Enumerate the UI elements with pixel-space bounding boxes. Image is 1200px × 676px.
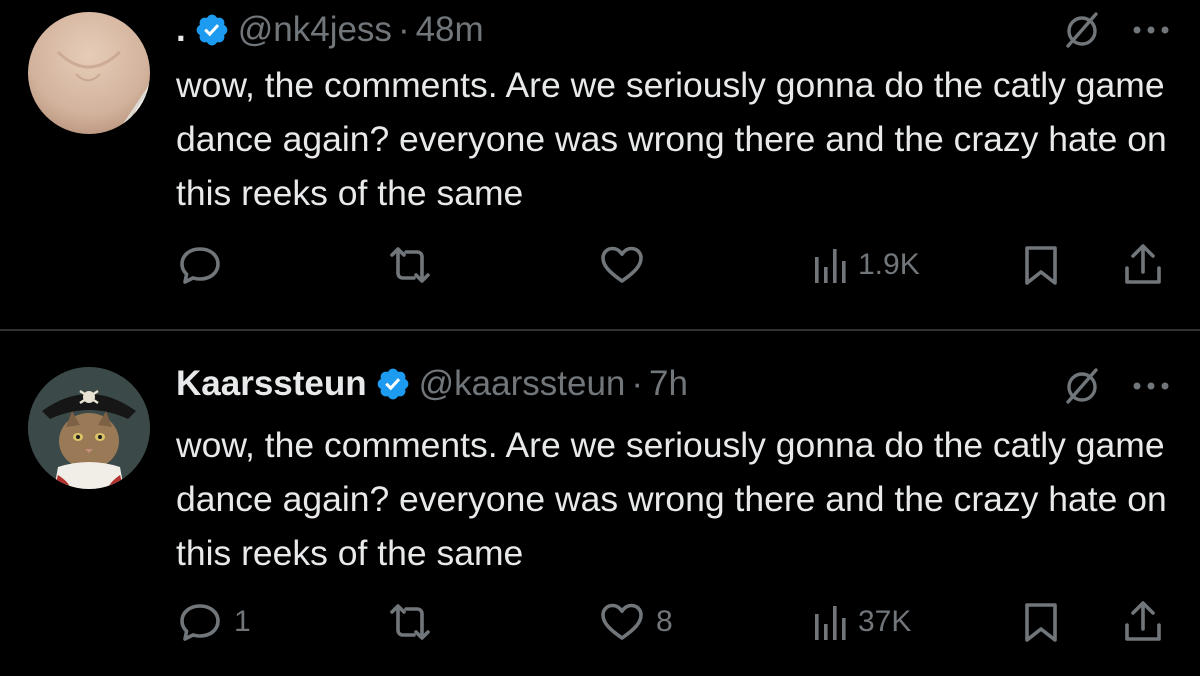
avatar-image	[28, 12, 150, 134]
reply-button[interactable]: 1	[176, 597, 251, 647]
grok-icon[interactable]	[1062, 366, 1102, 406]
view-count: 37K	[858, 605, 912, 638]
separator: ·	[631, 364, 644, 403]
avatar[interactable]	[28, 367, 150, 489]
user-handle[interactable]: @kaarssteun	[419, 364, 626, 404]
user-handle[interactable]: @nk4jess	[238, 10, 392, 50]
like-icon	[601, 246, 643, 283]
retweet-icon	[390, 604, 430, 640]
tweet-header: . @nk4jess · 48m	[176, 6, 484, 54]
views-button[interactable]: 1.9K	[812, 240, 920, 290]
share-button[interactable]	[1121, 597, 1165, 647]
retweet-button[interactable]	[384, 597, 446, 647]
header-actions	[1062, 10, 1170, 50]
bookmark-icon	[1025, 603, 1057, 642]
views-icon	[815, 606, 846, 640]
avatar-image	[28, 367, 150, 489]
tweet-divider	[0, 329, 1200, 331]
reply-icon	[180, 604, 220, 641]
tweet-text: wow, the comments. Are we seriously gonn…	[176, 425, 1167, 573]
like-button[interactable]: 8	[598, 597, 673, 647]
display-name[interactable]: .	[176, 10, 186, 50]
header-actions	[1062, 366, 1170, 406]
like-button[interactable]	[598, 240, 656, 290]
bookmark-button[interactable]	[1021, 597, 1061, 647]
display-name[interactable]: Kaarssteun	[176, 364, 367, 404]
view-count: 1.9K	[858, 248, 920, 281]
views-button[interactable]: 37K	[812, 597, 911, 647]
action-bar: 1.9K	[176, 240, 1176, 290]
more-icon[interactable]	[1132, 380, 1170, 392]
share-button[interactable]	[1121, 240, 1165, 290]
separator: ·	[397, 10, 410, 49]
bookmark-button[interactable]	[1021, 240, 1061, 290]
like-count: 8	[656, 605, 673, 638]
verified-badge-icon[interactable]	[194, 12, 230, 48]
timestamp[interactable]: 7h	[649, 364, 688, 404]
grok-icon[interactable]	[1062, 10, 1102, 50]
avatar[interactable]	[28, 12, 150, 134]
action-bar: 1 8 37K	[176, 597, 1176, 647]
retweet-button[interactable]	[384, 240, 446, 290]
tweet[interactable]: . @nk4jess · 48m wow, the comments. Are …	[0, 0, 1200, 330]
more-icon[interactable]	[1132, 24, 1170, 36]
tweet[interactable]: Kaarssteun @kaarssteun · 7h wow, the com…	[0, 332, 1200, 676]
verified-badge-icon[interactable]	[375, 366, 411, 402]
retweet-icon	[390, 247, 430, 283]
reply-count: 1	[234, 605, 251, 638]
share-icon	[1125, 244, 1161, 284]
tweet-text: wow, the comments. Are we seriously gonn…	[176, 65, 1167, 213]
like-icon	[601, 603, 643, 640]
share-icon	[1125, 601, 1161, 641]
tweet-header: Kaarssteun @kaarssteun · 7h	[176, 360, 688, 408]
reply-icon	[180, 247, 220, 284]
bookmark-icon	[1025, 246, 1057, 285]
views-icon	[815, 249, 846, 283]
timestamp[interactable]: 48m	[416, 10, 484, 50]
reply-button[interactable]	[176, 240, 234, 290]
